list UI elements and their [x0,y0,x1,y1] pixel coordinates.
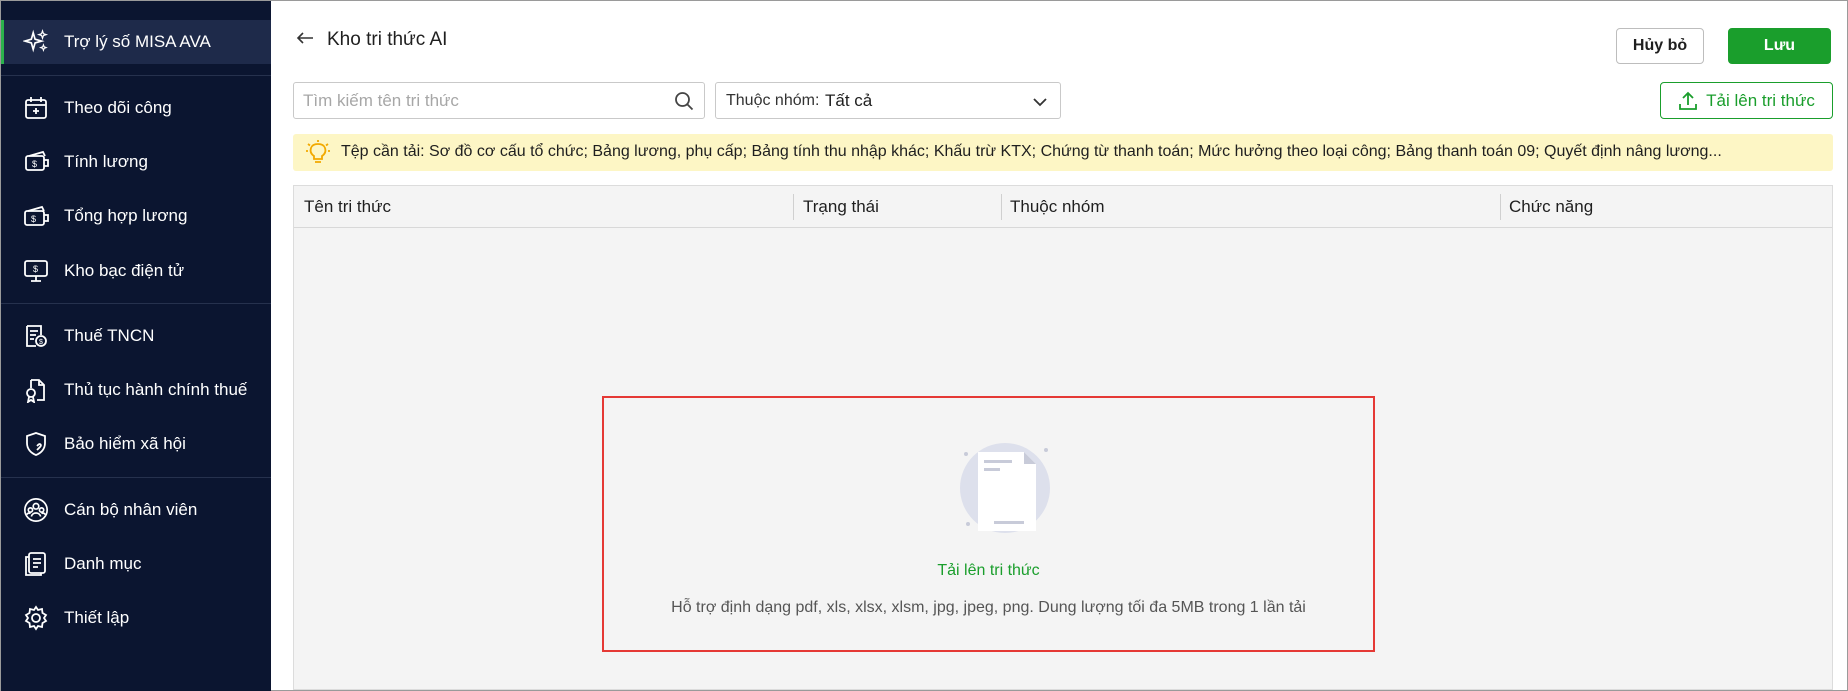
sidebar-item-label: Tổng hợp lương [64,206,188,225]
svg-text:$: $ [31,214,36,224]
upload-knowledge-button[interactable]: Tải lên tri thức [1660,82,1833,119]
team-icon [23,497,49,523]
svg-text:$: $ [32,159,37,169]
sidebar-item-thue-tncn[interactable]: $ Thuế TNCN [1,314,271,358]
search-icon[interactable] [674,91,694,111]
sidebar-item-label: Thủ tục hành chính thuế [64,380,248,399]
group-filter-value: Tất cả [825,91,873,110]
wallet-icon: $ [23,203,49,229]
column-header-group[interactable]: Thuộc nhóm [1010,197,1105,217]
app-window: Trợ lý số MISA AVA Theo dõi công $ Tính … [0,0,1848,691]
group-filter-select[interactable]: Thuộc nhóm: Tất cả [715,82,1061,119]
sidebar-divider [1,303,271,304]
column-header-status[interactable]: Trạng thái [803,197,879,217]
column-header-name[interactable]: Tên tri thức [304,197,391,217]
sidebar-item-thiet-lap[interactable]: Thiết lập [1,596,271,640]
page-title: Kho tri thức AI [327,29,448,50]
sidebar-item-danh-muc[interactable]: Danh mục [1,542,271,586]
monitor-money-icon: $ [23,258,49,284]
sidebar-item-label: Danh mục [64,554,142,573]
sparkle-icon [23,28,49,55]
sidebar-item-label: Thuế TNCN [64,326,155,345]
tip-text: Tệp cần tải: Sơ đồ cơ cấu tổ chức; Bảng … [341,143,1722,160]
sidebar-item-bao-hiem-xa-hoi[interactable]: Bảo hiểm xã hội [1,422,271,466]
column-divider [793,194,794,220]
column-header-actions[interactable]: Chức năng [1509,197,1593,217]
gear-icon [23,605,49,631]
list-document-icon [23,551,49,577]
calendar-icon [23,95,49,121]
sidebar-item-label: Tính lương [64,152,148,171]
sidebar-item-thu-tuc-hanh-chinh-thue[interactable]: Thủ tục hành chính thuế [1,368,271,412]
sidebar-item-can-bo-nhan-vien[interactable]: Cán bộ nhân viên [1,488,271,532]
column-divider [1500,194,1501,220]
save-button[interactable]: Lưu [1728,28,1831,64]
salary-icon: $ [23,149,49,175]
empty-upload-description: Hỗ trợ định dạng pdf, xls, xlsx, xlsm, j… [671,599,1306,616]
sidebar-item-label: Theo dõi công [64,98,172,117]
sidebar-item-label: Cán bộ nhân viên [64,500,198,519]
lightbulb-icon [305,139,331,165]
sidebar-item-theo-doi-cong[interactable]: Theo dõi công [1,86,271,130]
tax-document-icon: $ [23,323,49,349]
sidebar-item-label: Trợ lý số MISA AVA [64,32,211,51]
certificate-icon [23,377,49,403]
upload-knowledge-label: Tải lên tri thức [1706,90,1815,110]
shield-heart-icon [23,431,49,457]
required-files-tip: Tệp cần tải: Sơ đồ cơ cấu tổ chức; Bảng … [293,134,1833,171]
sidebar: Trợ lý số MISA AVA Theo dõi công $ Tính … [1,1,271,691]
sidebar-item-tong-hop-luong[interactable]: $ Tổng hợp lương [1,194,271,238]
sidebar-item-kho-bac-dien-tu[interactable]: $ Kho bạc điện tử [1,249,271,293]
group-filter-label: Thuộc nhóm: [726,92,820,109]
sidebar-item-label: Bảo hiểm xã hội [64,434,186,453]
empty-upload-area[interactable]: Tải lên tri thức Hỗ trợ định dạng pdf, x… [602,396,1375,652]
svg-text:$: $ [33,264,38,274]
main-content: Kho tri thức AI Hủy bỏ Lưu Thuộc nhóm: T… [271,1,1847,690]
empty-upload-link[interactable]: Tải lên tri thức [604,562,1373,580]
sidebar-item-misa-ava[interactable]: Trợ lý số MISA AVA [1,20,271,64]
table-header: Tên tri thức Trạng thái Thuộc nhóm Chức … [294,186,1832,228]
svg-text:$: $ [39,339,43,346]
cancel-button[interactable]: Hủy bỏ [1616,28,1704,64]
back-arrow-icon[interactable] [295,28,315,48]
search-input[interactable] [303,83,663,118]
chevron-down-icon [1032,94,1048,110]
sidebar-item-tinh-luong[interactable]: $ Tính lương [1,140,271,184]
sidebar-item-label: Thiết lập [64,608,130,627]
sidebar-divider [1,75,271,76]
empty-document-icon [950,438,1060,538]
sidebar-item-label: Kho bạc điện tử [64,261,185,280]
knowledge-table: Tên tri thức Trạng thái Thuộc nhóm Chức … [293,185,1833,690]
search-box [293,82,705,119]
sidebar-divider [1,477,271,478]
upload-icon [1679,91,1698,110]
column-divider [1001,194,1002,220]
